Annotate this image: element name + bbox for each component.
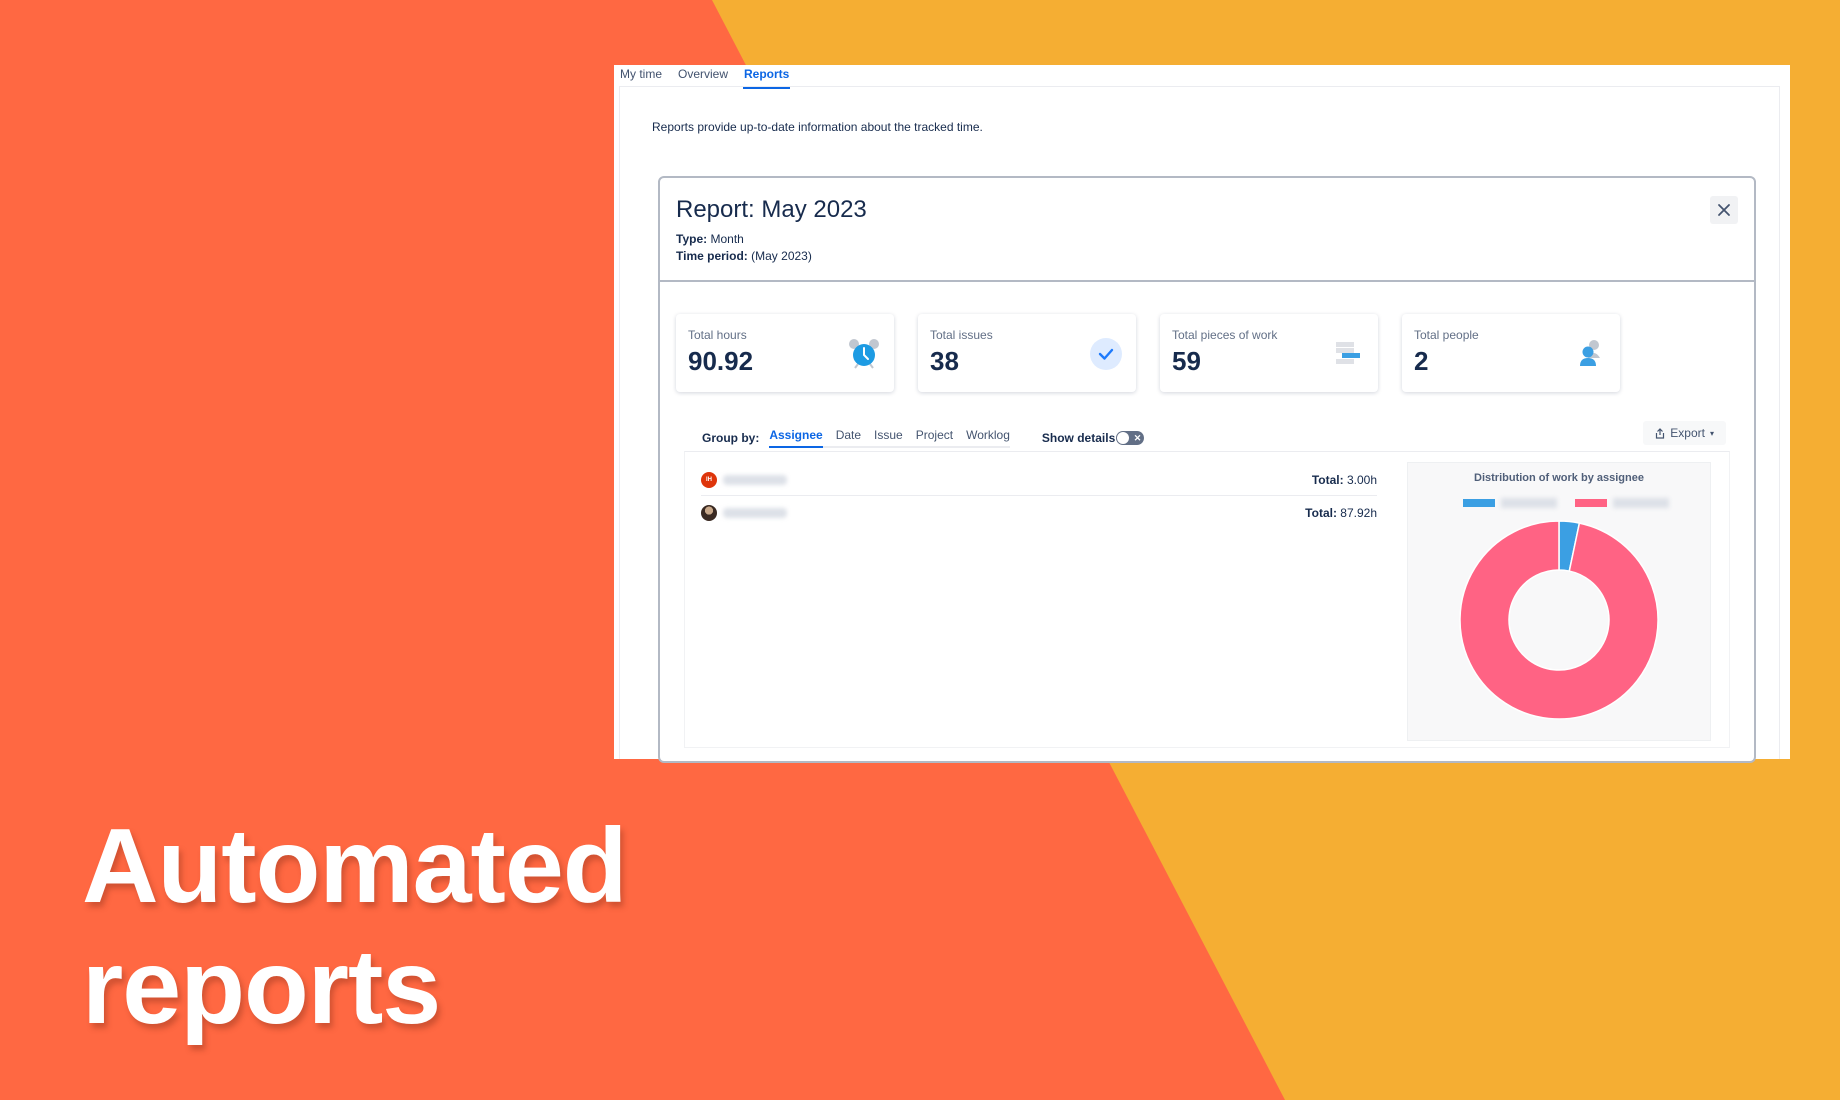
report-header: Report: May 2023 Type: Month Time period…	[660, 178, 1754, 282]
headline-line-1: Automated	[82, 807, 628, 925]
stat-label: Total hours	[688, 328, 747, 342]
toggle-off-icon: ✕	[1133, 433, 1142, 443]
report-type-value: Month	[710, 232, 744, 246]
total-value: 3.00h	[1346, 472, 1377, 487]
assignee-row[interactable]: Total: 87.92h	[701, 497, 1377, 529]
headline: Automated reports	[82, 806, 628, 1048]
assignee-row[interactable]: IH Total: 3.00h	[701, 464, 1377, 496]
show-details-toggle[interactable]: ✕	[1116, 431, 1145, 445]
top-tabs: My time Overview Reports	[619, 65, 791, 89]
checkmark-icon	[1090, 338, 1122, 370]
legend-swatch-1[interactable]	[1463, 499, 1495, 507]
reports-page: Reports provide up-to-date information a…	[619, 86, 1780, 763]
group-by-project[interactable]: Project	[916, 428, 953, 442]
group-by-label: Group by:	[702, 431, 760, 445]
group-by-date[interactable]: Date	[836, 428, 861, 442]
share-icon	[1656, 427, 1665, 439]
group-by-worklog[interactable]: Worklog	[966, 428, 1010, 442]
stat-card-total-issues: Total issues 38	[918, 314, 1136, 392]
export-button[interactable]: Export ▾	[1643, 421, 1726, 445]
app-screenshot: My time Overview Reports Reports provide…	[614, 65, 1790, 763]
legend-name-blurred-2[interactable]	[1613, 498, 1669, 508]
worklog-bars-icon	[1336, 342, 1360, 364]
total-label: Total:	[1305, 506, 1337, 520]
stat-label: Total people	[1414, 328, 1479, 342]
stat-card-total-pieces-of-work: Total pieces of work 59	[1160, 314, 1378, 392]
group-by-assignee[interactable]: Assignee	[769, 428, 824, 448]
assignee-name-blurred	[723, 474, 787, 485]
stat-card-total-people: Total people 2	[1402, 314, 1620, 392]
assignee-total: Total: 87.92h	[1305, 506, 1377, 520]
report-card: Report: May 2023 Type: Month Time period…	[658, 176, 1756, 763]
avatar	[701, 505, 717, 521]
chart-legend	[1463, 498, 1681, 508]
tab-reports[interactable]: Reports	[743, 65, 791, 89]
stat-label: Total pieces of work	[1172, 328, 1278, 342]
export-label: Export	[1670, 426, 1705, 440]
stat-cards: Total hours 90.92 Total issues 38 Total …	[676, 314, 1620, 392]
donut-chart	[1459, 520, 1659, 720]
assignee-total: Total: 3.00h	[1312, 473, 1377, 487]
assignee-name-blurred	[723, 508, 787, 518]
chevron-down-icon: ▾	[1709, 428, 1714, 438]
people-icon	[1580, 340, 1600, 366]
show-details-label: Show details	[1041, 431, 1116, 445]
stat-value: 90.92	[688, 346, 754, 376]
legend-swatch-2[interactable]	[1575, 499, 1607, 507]
total-label: Total:	[1311, 472, 1344, 487]
stat-value: 38	[930, 346, 959, 376]
report-title: Report: May 2023	[676, 196, 867, 223]
chart-title: Distribution of work by assignee	[1474, 472, 1644, 484]
close-button[interactable]	[1710, 196, 1738, 224]
intro-text: Reports provide up-to-date information a…	[652, 120, 983, 134]
show-details: Show details ✕	[1041, 431, 1145, 445]
avatar: IH	[701, 471, 717, 488]
report-period-label: Time period:	[676, 249, 748, 263]
tab-overview[interactable]: Overview	[677, 65, 729, 85]
close-icon	[1718, 204, 1730, 216]
report-type: Type: Month	[676, 232, 744, 246]
report-type-label: Type:	[676, 232, 708, 246]
total-value: 87.92h	[1340, 506, 1377, 520]
stat-value: 2	[1414, 346, 1429, 376]
donut-slice-2[interactable]	[1459, 520, 1659, 720]
legend-name-blurred-1[interactable]	[1501, 498, 1557, 508]
assignee-panel: IH Total: 3.00h Total: 87.92h Distributi…	[684, 451, 1730, 748]
report-period-value: (May 2023)	[751, 249, 812, 263]
tab-my-time[interactable]: My time	[619, 65, 663, 85]
distribution-chart: Distribution of work by assignee	[1407, 462, 1711, 741]
report-period: Time period: (May 2023)	[676, 249, 812, 263]
group-by-bar: Group by: Assignee Date Issue Project Wo…	[702, 428, 1145, 448]
headline-line-2: reports	[82, 928, 441, 1046]
group-by-issue[interactable]: Issue	[874, 428, 903, 442]
alarm-clock-icon	[849, 339, 879, 369]
group-by-tabs: Assignee Date Issue Project Worklog	[769, 428, 1010, 448]
stat-card-total-hours: Total hours 90.92	[676, 314, 894, 392]
stat-label: Total issues	[930, 328, 993, 342]
stat-value: 59	[1172, 346, 1201, 376]
